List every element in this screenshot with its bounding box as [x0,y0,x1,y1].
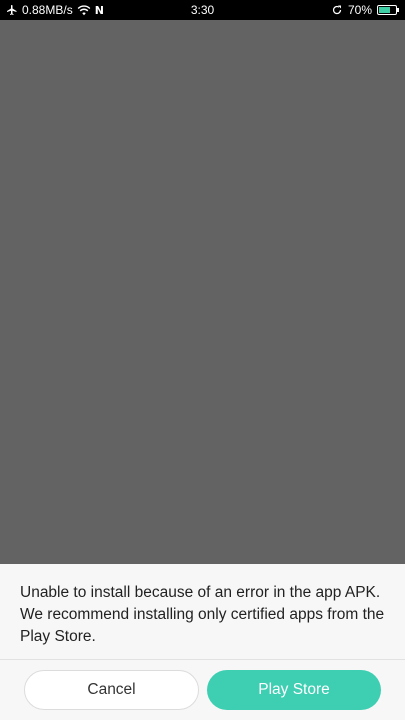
n-icon: N [94,3,104,17]
battery-level-fill [379,7,391,13]
status-left: 0.88MB/s N [6,0,104,20]
dialog-divider [0,659,405,660]
airplane-icon [6,4,18,16]
screen: 0.88MB/s N 3:30 70% Unable to install be… [0,0,405,720]
play-store-button[interactable]: Play Store [207,670,381,710]
sync-icon [331,4,343,16]
battery-icon [377,5,399,15]
clock-time: 3:30 [190,3,215,17]
wifi-icon [77,4,91,16]
cancel-button[interactable]: Cancel [24,670,199,710]
battery-percent: 70% [347,3,372,17]
install-error-dialog: Unable to install because of an error in… [0,564,405,720]
status-bar: 0.88MB/s N 3:30 70% [0,0,405,20]
dialog-message: Unable to install because of an error in… [20,584,385,645]
network-speed: 0.88MB/s [22,3,73,17]
status-right: 70% [331,0,399,20]
